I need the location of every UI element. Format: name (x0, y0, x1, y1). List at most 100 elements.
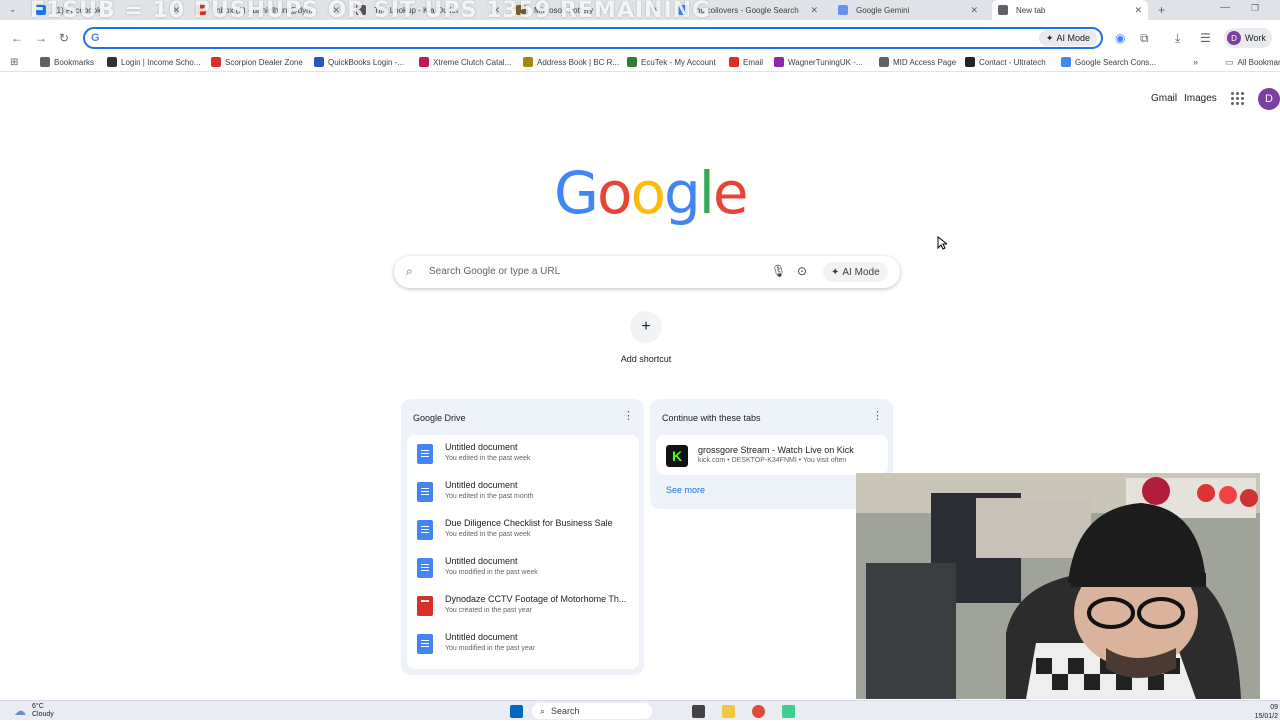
search-icon: ⌕ (406, 264, 413, 278)
tab-suggestion[interactable]: K grossgore Stream - Watch Live on Kick … (656, 435, 888, 475)
tab-search-icon[interactable]: ⌄ (9, 4, 17, 15)
drive-file-item[interactable]: Due Diligence Checklist for Business Sal… (417, 513, 641, 549)
images-link[interactable]: Images (1184, 93, 1217, 104)
bookmark-label: Bookmarks (54, 57, 95, 67)
bookmark-item[interactable]: Contact - Ultratech (965, 57, 1046, 67)
lens-icon[interactable]: ⊙ (797, 264, 807, 278)
bookmark-item[interactable]: Email (729, 57, 763, 67)
drive-file-item[interactable]: Untitled document You modified in the pas… (417, 551, 641, 587)
all-bookmarks[interactable]: ▭ All Bookmarks (1225, 57, 1280, 68)
bookmark-label: Login | Income Scho... (121, 57, 201, 67)
logo-letter: e (712, 159, 749, 227)
new-tab-icon[interactable]: + (1158, 3, 1165, 17)
docs-file-icon (417, 558, 433, 578)
stream-overlay-text: F1SUB = 10 PUSHUPS OR SIT UPS 1359 REMAI… (30, 0, 712, 23)
bookmark-item[interactable]: MID Access Page (879, 57, 956, 67)
back-icon[interactable]: ← (11, 31, 23, 45)
drive-file-item[interactable]: Dynodaze CCTV Footage of Motorhome Th...… (417, 589, 641, 625)
apps-grid-icon[interactable]: ⊞ (10, 57, 18, 68)
drive-file-item[interactable]: Untitled document You edited in the past … (417, 475, 641, 511)
tab-title: New tab (1016, 5, 1046, 15)
tab-title: Google Gemini (856, 5, 910, 15)
bookmark-favicon-icon (419, 57, 429, 67)
taskbar: ☁ 6°C Cloudy ⌕ Search 09 15/01/2 (0, 700, 1280, 720)
google-drive-card: Google Drive ⋮ Untitled document You edit… (401, 399, 644, 675)
tab-item[interactable]: Google Gemini ✕ (832, 0, 984, 20)
address-bar[interactable]: G ✦ AI Mode (83, 27, 1103, 49)
download-icon[interactable]: ⤓ (1175, 31, 1180, 46)
windows-start-icon[interactable] (510, 705, 523, 718)
reading-list-icon[interactable]: ☰ (1200, 31, 1211, 45)
bookmark-label: Xtreme Clutch Catal... (433, 57, 512, 67)
tab-close-icon[interactable]: ✕ (970, 5, 978, 15)
tab-item[interactable]: New tab ✕ (992, 0, 1148, 20)
microphone-icon[interactable]: 🎙 (771, 264, 786, 278)
weather-temp: 6°C (32, 703, 44, 710)
extension-icon[interactable]: ◉ (1115, 31, 1125, 45)
system-clock[interactable]: 09 15/01/2 (1255, 703, 1278, 721)
bookmark-item[interactable]: Login | Income Scho... (107, 57, 200, 67)
all-bookmarks-label: All Bookmarks (1237, 58, 1280, 67)
tab-title: bc coilovers - Google Search (696, 5, 799, 15)
weather-widget[interactable]: ☁ 6°C Cloudy (14, 703, 54, 719)
tab-close-icon[interactable]: ✕ (1134, 5, 1142, 15)
bookmark-label: Address Book | BC R... (537, 57, 620, 67)
docs-file-icon (417, 520, 433, 540)
google-apps-icon[interactable] (1231, 92, 1244, 105)
forward-icon[interactable]: → (35, 31, 47, 45)
search-box[interactable]: ⌕ Search Google or type a URL 🎙 ⊙ ✦ AI M… (394, 256, 900, 288)
bookmark-item[interactable]: Bookmarks (40, 57, 94, 67)
bookmark-favicon-icon (1061, 57, 1071, 67)
account-avatar[interactable]: D (1258, 88, 1280, 110)
bookmark-item[interactable]: Google Search Cons... (1061, 57, 1156, 67)
omnibox-ai-mode-button[interactable]: ✦ AI Mode (1038, 30, 1097, 46)
tab-favicon-icon (838, 5, 848, 15)
drive-file-activity: You modified in the past year (445, 645, 536, 652)
bookmark-item[interactable]: Xtreme Clutch Catal... (419, 57, 511, 67)
kick-icon: K (666, 445, 688, 467)
see-more-link[interactable]: See more (666, 485, 705, 495)
file-explorer-icon[interactable] (722, 705, 735, 718)
bookmark-favicon-icon (314, 57, 324, 67)
bookmark-item[interactable]: Scorpion Dealer Zone (211, 57, 303, 67)
drive-file-item[interactable]: Untitled document You edited in the past … (417, 437, 641, 473)
app-icon[interactable] (782, 705, 795, 718)
bookmark-item[interactable]: EcuTek - My Account (627, 57, 716, 67)
bookmark-label: Scorpion Dealer Zone (225, 57, 303, 67)
profile-button[interactable]: D Work (1224, 28, 1272, 48)
more-vert-icon[interactable]: ⋮ (872, 409, 883, 422)
google-logo: Google (554, 158, 749, 228)
profile-avatar: D (1227, 31, 1241, 45)
add-shortcut-button[interactable]: + (630, 311, 662, 343)
extensions-puzzle-icon[interactable]: ⧉ (1140, 31, 1149, 46)
reload-icon[interactable]: ↻ (59, 31, 69, 45)
bookmark-favicon-icon (211, 57, 221, 67)
chrome-icon[interactable] (752, 705, 765, 718)
bookmark-favicon-icon (627, 57, 637, 67)
drive-file-activity: You edited in the past week (445, 531, 531, 538)
search-input[interactable]: Search Google or type a URL (429, 266, 560, 277)
ai-mode-button[interactable]: ✦ AI Mode (823, 262, 888, 282)
taskbar-search[interactable]: ⌕ Search (532, 703, 652, 719)
drive-file-item[interactable]: Untitled document You modified in the pas… (417, 627, 641, 663)
plus-icon: + (641, 318, 651, 335)
drive-file-activity: You edited in the past month (445, 493, 534, 500)
weather-condition: Cloudy (32, 711, 54, 718)
maximize-icon[interactable]: ❐ (1251, 3, 1259, 14)
bookmark-item[interactable]: WagnerTuningUK -... (774, 57, 863, 67)
gmail-link[interactable]: Gmail (1151, 93, 1177, 104)
bookmark-item[interactable]: QuickBooks Login -... (314, 57, 404, 67)
drive-file-activity: You edited in the past week (445, 455, 531, 462)
tab-close-icon[interactable]: ✕ (810, 5, 818, 15)
drive-file-activity: You created in the past year (445, 607, 532, 614)
docs-file-icon (417, 482, 433, 502)
task-view-icon[interactable] (692, 705, 705, 718)
bookmark-label: MID Access Page (893, 57, 957, 67)
bookmarks-overflow-icon[interactable]: » (1193, 57, 1198, 67)
bookmark-favicon-icon (40, 57, 50, 67)
more-vert-icon[interactable]: ⋮ (623, 409, 634, 422)
bookmark-item[interactable]: Address Book | BC R... (523, 57, 619, 67)
minimize-icon[interactable]: — (1220, 2, 1230, 13)
add-shortcut-label: Add shortcut (620, 354, 672, 364)
bookmark-label: WagnerTuningUK -... (788, 57, 863, 67)
